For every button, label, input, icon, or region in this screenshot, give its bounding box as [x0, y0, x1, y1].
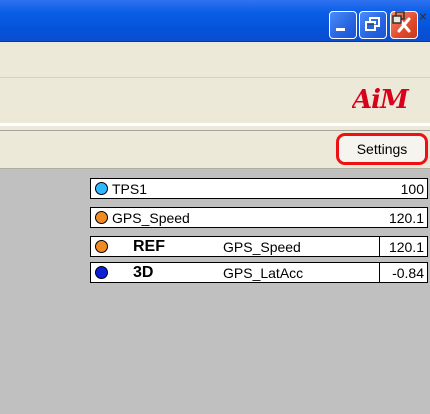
channel-value: -0.84 — [392, 265, 424, 281]
channel-row-tps1[interactable]: TPS1 100 — [90, 178, 428, 199]
channel-name: GPS_Speed — [223, 239, 301, 255]
channel-value: 120.1 — [388, 239, 424, 255]
channel-color-dot — [95, 211, 108, 224]
child-restore-icon — [392, 11, 405, 24]
channel-name: GPS_Speed — [112, 210, 190, 226]
compare-row-ref[interactable]: REF GPS_Speed 120.1 — [90, 236, 428, 257]
column-divider — [379, 263, 380, 282]
settings-button[interactable]: Settings — [336, 133, 428, 165]
channel-row-gps-speed[interactable]: GPS_Speed 120.1 — [90, 207, 428, 228]
child-minimize-button[interactable]: _ — [362, 8, 382, 28]
compare-row-3d[interactable]: 3D GPS_LatAcc -0.84 — [90, 262, 428, 283]
menu-bar — [0, 42, 430, 78]
channel-data-area — [0, 169, 430, 414]
channel-value: 120.1 — [388, 210, 424, 226]
child-close-button[interactable]: × — [413, 8, 430, 28]
channel-color-dot — [95, 240, 108, 253]
channel-name: GPS_LatAcc — [223, 265, 304, 281]
channel-value: 100 — [400, 181, 424, 197]
aim-logo: AiM — [352, 85, 409, 115]
minimize-button[interactable] — [329, 11, 357, 39]
minimize-icon — [336, 28, 345, 31]
channel-name: TPS1 — [112, 181, 148, 197]
child-restore-button[interactable] — [389, 8, 409, 28]
channel-color-dot — [95, 266, 108, 279]
lap-tag: 3D — [133, 264, 154, 281]
column-divider — [379, 237, 380, 256]
channel-color-dot — [95, 182, 108, 195]
lap-tag: REF — [133, 238, 165, 255]
